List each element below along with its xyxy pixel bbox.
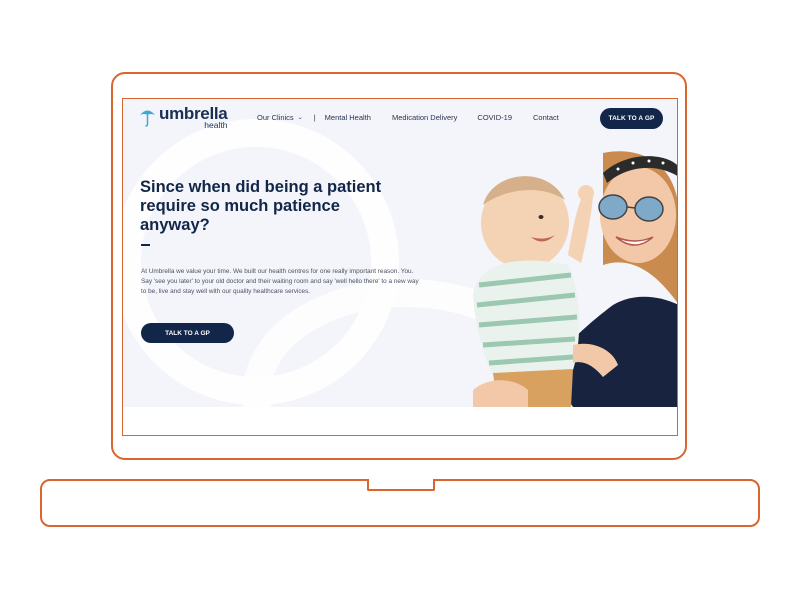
talk-to-gp-hero-button[interactable]: TALK TO A GP bbox=[141, 323, 234, 343]
hero-photo bbox=[473, 151, 677, 407]
chevron-down-icon: ⌄ bbox=[297, 115, 303, 121]
nav-mental-health[interactable]: Mental Health bbox=[325, 113, 371, 122]
umbrella-icon bbox=[140, 110, 155, 127]
laptop-base bbox=[40, 479, 760, 527]
nav-menu: Our Clinics ⌄ | Mental Health Medication… bbox=[257, 113, 559, 122]
hero-body-text: At Umbrella we value your time. We built… bbox=[141, 268, 419, 295]
nav-divider: | bbox=[313, 113, 316, 122]
headline-dash bbox=[141, 244, 150, 246]
talk-to-gp-nav-button[interactable]: TALK TO A GP bbox=[600, 108, 663, 129]
top-navigation: umbrella health Our Clinics ⌄ | Mental H… bbox=[123, 99, 677, 135]
laptop-notch bbox=[367, 479, 435, 491]
nav-contact[interactable]: Contact bbox=[533, 113, 559, 122]
hero-headline: Since when did being a patient require s… bbox=[140, 178, 382, 234]
umbrella-health-logo[interactable]: umbrella health bbox=[139, 105, 228, 133]
hero-section bbox=[123, 99, 677, 407]
browser-screen: umbrella health Our Clinics ⌄ | Mental H… bbox=[122, 98, 678, 436]
nav-medication-delivery[interactable]: Medication Delivery bbox=[392, 113, 457, 122]
nav-our-clinics[interactable]: Our Clinics ⌄ bbox=[257, 113, 303, 122]
nav-our-clinics-label: Our Clinics bbox=[257, 113, 294, 122]
nav-covid-19[interactable]: COVID-19 bbox=[477, 113, 512, 122]
